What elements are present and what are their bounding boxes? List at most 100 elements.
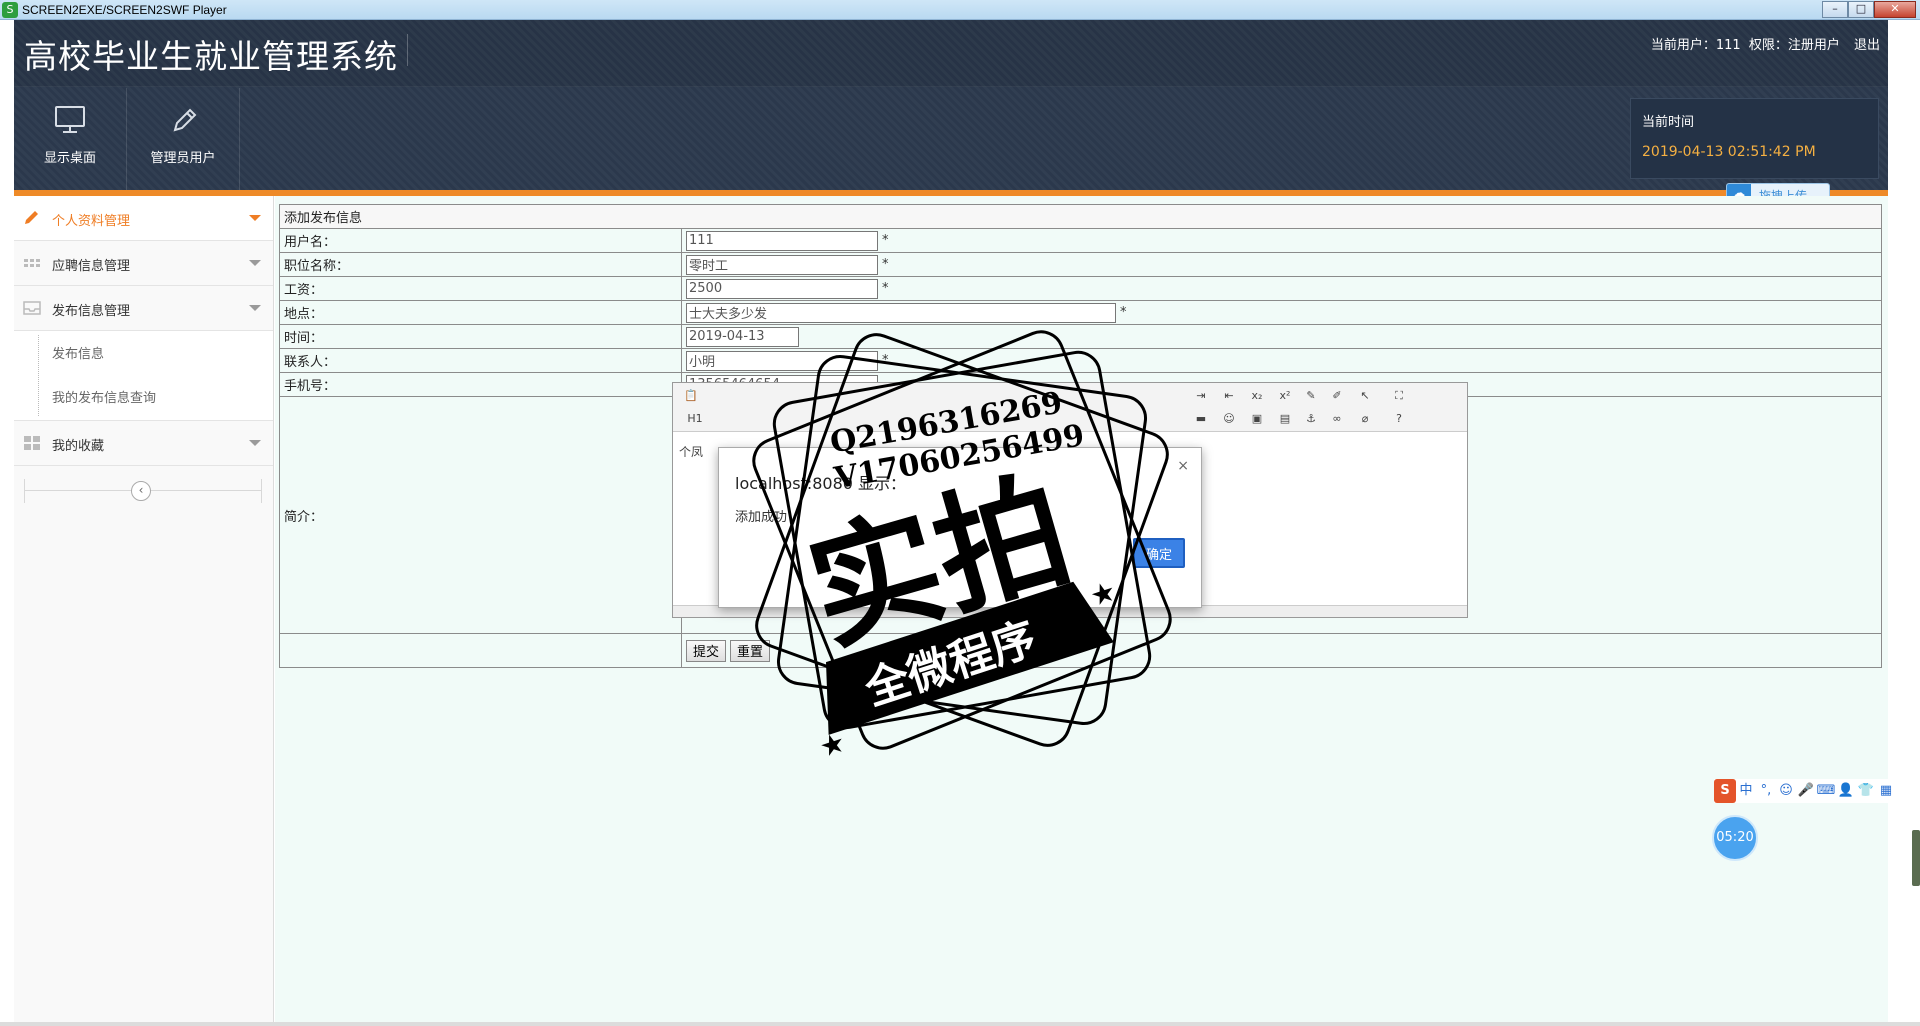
- sogou-ime-logo[interactable]: S: [1714, 779, 1736, 803]
- header: 高校毕业生就业管理系统 当前用户：111 权限：注册用户 退出 显示桌面 管理员…: [14, 20, 1888, 196]
- sidebar-item-favorites[interactable]: 我的收藏: [14, 421, 273, 466]
- sidebar-item-label: 应聘信息管理: [52, 259, 131, 274]
- maximize-button[interactable]: □: [1848, 1, 1874, 18]
- chevron-down-icon: [249, 260, 261, 266]
- ime-chinese-toggle[interactable]: 中: [1736, 779, 1756, 803]
- image-icon[interactable]: ▣: [1249, 411, 1265, 427]
- pencil-icon: [25, 211, 38, 224]
- player-app-icon: S: [2, 2, 18, 18]
- chevron-down-icon: [249, 440, 261, 446]
- user-info: 当前用户：111 权限：注册用户 退出: [1647, 34, 1880, 53]
- anchor-icon[interactable]: ⚓: [1303, 411, 1319, 427]
- chevron-down-icon: [249, 305, 261, 311]
- side-grip-handle[interactable]: [1912, 830, 1920, 886]
- current-time-panel: 当前时间 2019-04-13 02:51:42 PM: [1630, 98, 1879, 179]
- field-label-position: 职位名称：: [279, 252, 682, 277]
- contact-input[interactable]: [686, 350, 878, 371]
- submit-button[interactable]: 提交: [686, 639, 727, 662]
- ime-punctuation-toggle[interactable]: °,: [1756, 779, 1776, 803]
- field-label-location: 地点：: [279, 300, 682, 325]
- position-input[interactable]: [686, 254, 878, 275]
- sidebar-item-label: 我的收藏: [52, 439, 105, 454]
- emoticon-icon[interactable]: ☺: [1221, 411, 1237, 427]
- field-label-date: 时间：: [279, 324, 682, 349]
- ime-toolbar: S 中 °, ☺ 🎤 ⌨ 👤 👕 ▦: [1714, 779, 1906, 803]
- select-all-icon[interactable]: ↖: [1357, 388, 1373, 404]
- dialog-message: 添加成功: [735, 510, 788, 525]
- field-label-phone: 手机号：: [279, 372, 682, 397]
- format-brush-icon[interactable]: ✐: [1329, 388, 1345, 404]
- paste-icon[interactable]: 📋: [683, 388, 699, 404]
- current-user-label: 当前用户：111: [1650, 38, 1741, 53]
- pagebreak-icon[interactable]: ▤: [1277, 411, 1293, 427]
- location-input[interactable]: [686, 302, 1116, 323]
- role-label: 权限：注册用户: [1748, 38, 1840, 53]
- sidebar: 个人资料管理 应聘信息管理 发布信息管理 发布信息 我的发布信息查询 我的收藏 …: [14, 196, 274, 1024]
- minimize-button[interactable]: –: [1822, 1, 1848, 18]
- ime-menu-icon[interactable]: ▦: [1876, 779, 1896, 803]
- sidebar-item-applications[interactable]: 应聘信息管理: [14, 241, 273, 286]
- app-title: 高校毕业生就业管理系统: [24, 37, 398, 76]
- field-label-contact: 联系人：: [279, 348, 682, 373]
- chevron-down-icon: [249, 215, 261, 221]
- sidebar-item-publish[interactable]: 发布信息管理: [14, 286, 273, 331]
- submenu-publish-info[interactable]: 发布信息: [52, 343, 104, 362]
- ime-user-icon[interactable]: 👤: [1836, 779, 1856, 803]
- field-label-intro: 简介：: [279, 396, 682, 634]
- nav-admin-user[interactable]: 管理员用户: [127, 88, 240, 190]
- logout-link[interactable]: 退出: [1854, 38, 1880, 53]
- field-label-salary: 工资：: [279, 276, 682, 301]
- monitor-icon: [55, 106, 85, 133]
- form-actions: 提交 重置: [681, 633, 1882, 668]
- outdent-icon[interactable]: ⇤: [1221, 388, 1237, 404]
- ime-emoji-icon[interactable]: ☺: [1776, 779, 1796, 803]
- editor-body-text: 个凤: [679, 445, 704, 459]
- help-icon[interactable]: ?: [1391, 411, 1407, 427]
- main-content: 添加发布信息 用户名： * 职位名称： * 工资： * 地点： * 时间：: [275, 196, 1888, 1024]
- field-label-username: 用户名：: [279, 228, 682, 253]
- dialog-close-button[interactable]: ×: [1177, 458, 1189, 474]
- nav-show-desktop[interactable]: 显示桌面: [14, 88, 127, 190]
- window-titlebar: S SCREEN2EXE/SCREEN2SWF Player – □ ✕: [0, 0, 1920, 20]
- ime-voice-icon[interactable]: 🎤: [1796, 779, 1816, 803]
- reset-button[interactable]: 重置: [730, 639, 771, 662]
- ime-skin-icon[interactable]: 👕: [1856, 779, 1876, 803]
- indent-icon[interactable]: ⇥: [1193, 388, 1209, 404]
- link-icon[interactable]: ∞: [1329, 411, 1345, 427]
- dialog-ok-button[interactable]: 确定: [1133, 538, 1185, 568]
- unlink-icon[interactable]: ⌀: [1357, 411, 1373, 427]
- nav-show-desktop-label: 显示桌面: [43, 151, 96, 166]
- hr-icon[interactable]: ▬: [1193, 411, 1209, 427]
- collapse-sidebar-button[interactable]: ‹: [131, 481, 151, 501]
- submenu-my-publish-query[interactable]: 我的发布信息查询: [52, 387, 156, 406]
- inbox-icon: [23, 301, 41, 315]
- app-frame: 高校毕业生就业管理系统 当前用户：111 权限：注册用户 退出 显示桌面 管理员…: [14, 20, 1888, 1024]
- nav-admin-user-label: 管理员用户: [150, 151, 216, 166]
- sidebar-item-profile[interactable]: 个人资料管理: [14, 196, 273, 241]
- subscript-icon[interactable]: x₂: [1249, 388, 1265, 404]
- close-window-button[interactable]: ✕: [1874, 1, 1916, 18]
- alert-dialog: localhost:8080 显示： × 添加成功 确定: [718, 447, 1202, 608]
- publish-submenu: 发布信息 我的发布信息查询: [14, 331, 273, 421]
- sidebar-collapse-row: ‹: [24, 479, 262, 503]
- dialog-title: localhost:8080 显示：: [735, 474, 907, 493]
- editor-toolbar: 📋 ⇥ ⇤ x₂ x² ✎ ✐ ↖ ⛶ H1 ▬ ☺ ▣ ▤ ⚓ ∞ ⌀ ?: [673, 383, 1467, 432]
- current-time-label: 当前时间: [1642, 115, 1695, 130]
- sidebar-item-label: 发布信息管理: [52, 304, 131, 319]
- current-time-value: 2019-04-13 02:51:42 PM: [1642, 144, 1816, 160]
- fullscreen-icon[interactable]: ⛶: [1391, 388, 1407, 404]
- tiles-icon: [24, 436, 40, 450]
- ime-keyboard-icon[interactable]: ⌨: [1816, 779, 1836, 803]
- heading-select[interactable]: H1: [683, 411, 707, 427]
- form-title: 添加发布信息: [279, 204, 1882, 229]
- window-title: SCREEN2EXE/SCREEN2SWF Player: [22, 3, 227, 17]
- date-input[interactable]: [686, 326, 799, 347]
- grid-icon: [24, 259, 40, 267]
- sidebar-item-label: 个人资料管理: [52, 214, 131, 229]
- pencil-icon: [173, 108, 197, 132]
- salary-input[interactable]: [686, 278, 878, 299]
- recording-timer[interactable]: 05:20: [1712, 815, 1758, 861]
- username-input[interactable]: [686, 230, 878, 251]
- eraser-icon[interactable]: ✎: [1303, 388, 1319, 404]
- superscript-icon[interactable]: x²: [1277, 388, 1293, 404]
